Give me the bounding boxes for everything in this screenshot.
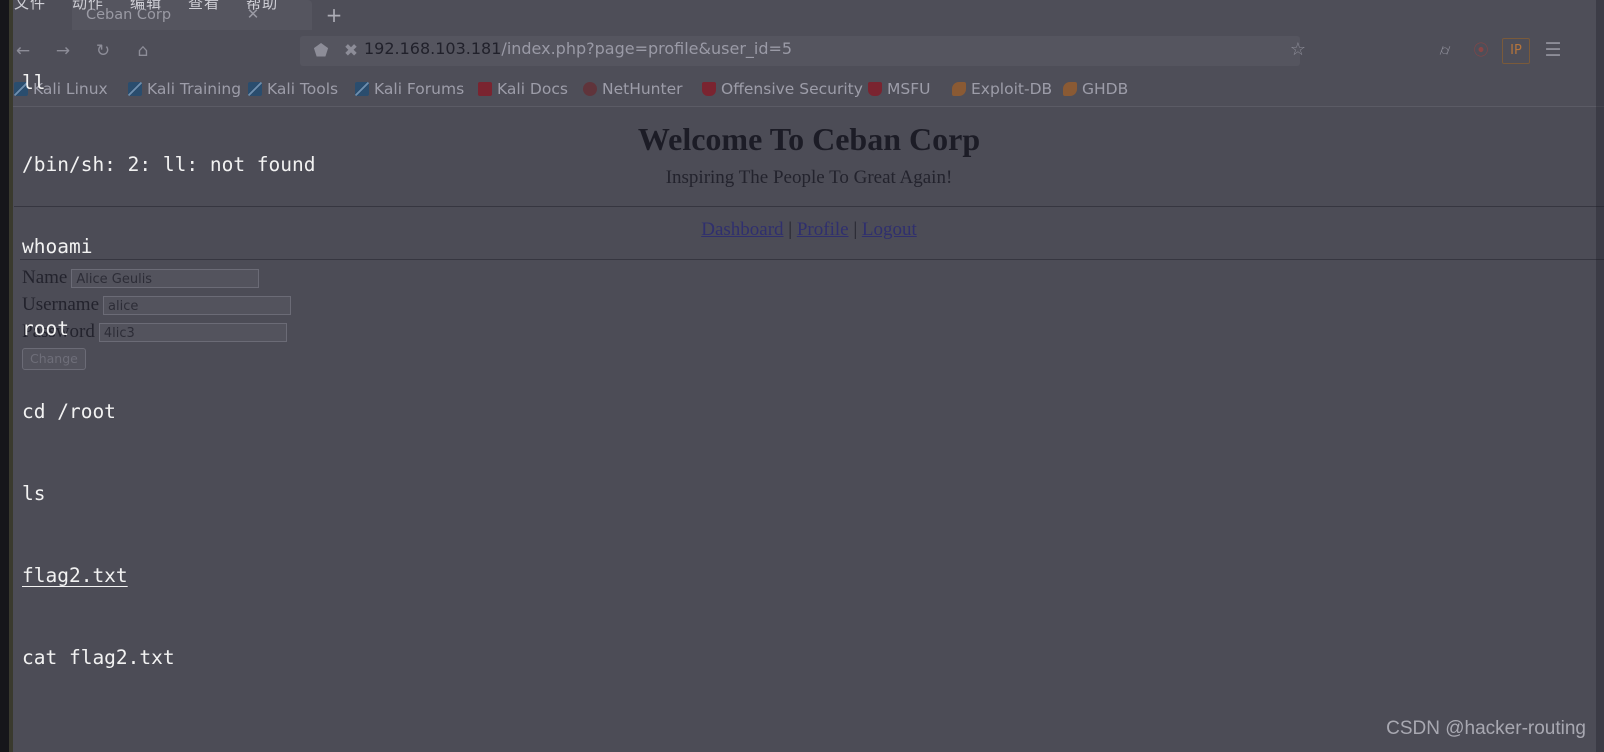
menu-actions[interactable]: 动作 — [72, 0, 104, 12]
terminal-line: flag2.txt — [22, 564, 128, 588]
terminal-scrollbar[interactable] — [1596, 0, 1604, 752]
terminal-output[interactable]: ll /bin/sh: 2: ll: not found whoami root… — [22, 14, 1604, 752]
desktop-edge — [0, 0, 9, 752]
menu-file[interactable]: 文件 — [14, 0, 46, 12]
terminal-line: ll — [22, 70, 46, 94]
terminal-line: root — [22, 317, 69, 341]
terminal-window-border — [9, 0, 13, 752]
terminal-line: whoami — [22, 235, 93, 259]
terminal-line: ls — [22, 481, 46, 505]
menu-view[interactable]: 查看 — [188, 0, 220, 12]
watermark: CSDN @hacker-routing — [1386, 718, 1586, 739]
screen-root: Ceban Corp ✕ + ← → ↻ ⌂ ⬟ ✖ 192.168.103.1… — [0, 0, 1604, 752]
terminal-line: cd /root — [22, 399, 116, 423]
terminal-line: /bin/sh: 2: ll: not found — [22, 153, 316, 177]
terminal-line: cat flag2.txt — [22, 646, 175, 670]
menu-edit[interactable]: 编辑 — [130, 0, 162, 12]
terminal-window: 文件 动作 编辑 查看 帮助 ll /bin/sh: 2: ll: not found … — [14, 0, 1604, 752]
menu-help[interactable]: 帮助 — [246, 0, 278, 12]
